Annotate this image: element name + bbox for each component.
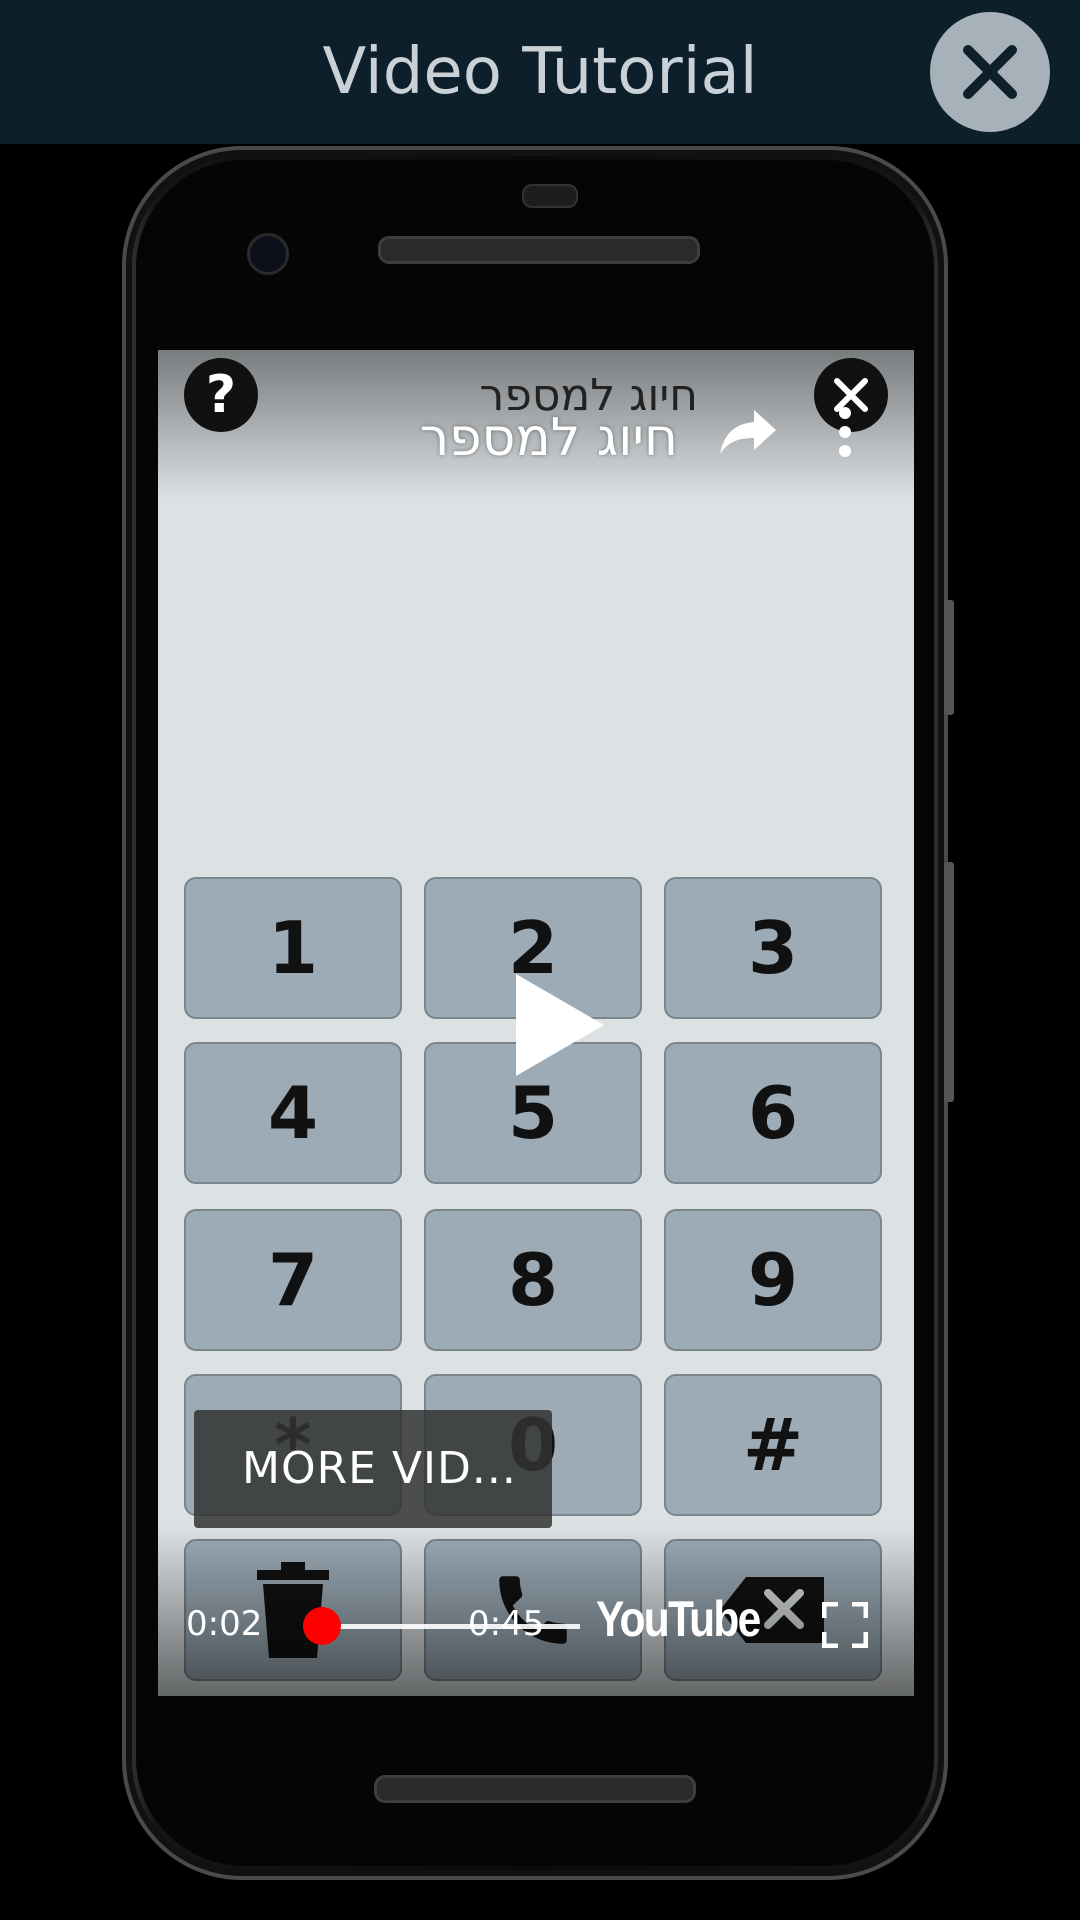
key-6: 6 <box>664 1042 882 1184</box>
total-time: 0:45 <box>468 1604 545 1644</box>
key-label: 1 <box>267 906 319 990</box>
key-8: 8 <box>424 1209 642 1351</box>
help-button[interactable]: ? <box>184 358 258 432</box>
youtube-logo[interactable]: YouTube <box>596 1590 761 1648</box>
key-3: 3 <box>664 877 882 1019</box>
more-videos-button[interactable]: MORE VID... <box>194 1410 552 1528</box>
close-icon <box>963 45 1017 99</box>
key-4: 4 <box>184 1042 402 1184</box>
more-vert-icon[interactable] <box>838 406 852 458</box>
phone-camera <box>247 233 289 275</box>
key-hash: # <box>664 1374 882 1516</box>
key-1: 1 <box>184 877 402 1019</box>
phone-speaker-bottom <box>374 1775 696 1803</box>
phone-earpiece <box>522 184 578 208</box>
video-player[interactable]: 1 2 3 4 5 6 7 8 9 * 0 # <box>158 350 914 1696</box>
key-label: 3 <box>747 906 799 990</box>
phone-side-button-top <box>944 600 954 715</box>
app-bar-title: Video Tutorial <box>322 35 758 109</box>
phone-speaker-top <box>378 236 700 264</box>
key-7: 7 <box>184 1209 402 1351</box>
key-label: 4 <box>267 1071 319 1155</box>
app-bar: Video Tutorial <box>0 0 1080 144</box>
close-button[interactable] <box>930 12 1050 132</box>
phone-side-button-bottom <box>944 862 954 1102</box>
share-icon[interactable] <box>718 406 778 456</box>
play-icon[interactable] <box>508 970 608 1080</box>
key-label: # <box>742 1403 804 1487</box>
key-label: 8 <box>507 1238 559 1322</box>
key-label: 9 <box>747 1238 799 1322</box>
current-time: 0:02 <box>186 1604 263 1644</box>
key-9: 9 <box>664 1209 882 1351</box>
video-title[interactable]: חיוג למספר <box>318 408 678 468</box>
key-label: 5 <box>507 1071 559 1155</box>
key-label: 6 <box>747 1071 799 1155</box>
fullscreen-icon[interactable] <box>822 1602 868 1648</box>
key-label: 7 <box>267 1238 319 1322</box>
progress-scrubber[interactable] <box>302 1607 341 1645</box>
